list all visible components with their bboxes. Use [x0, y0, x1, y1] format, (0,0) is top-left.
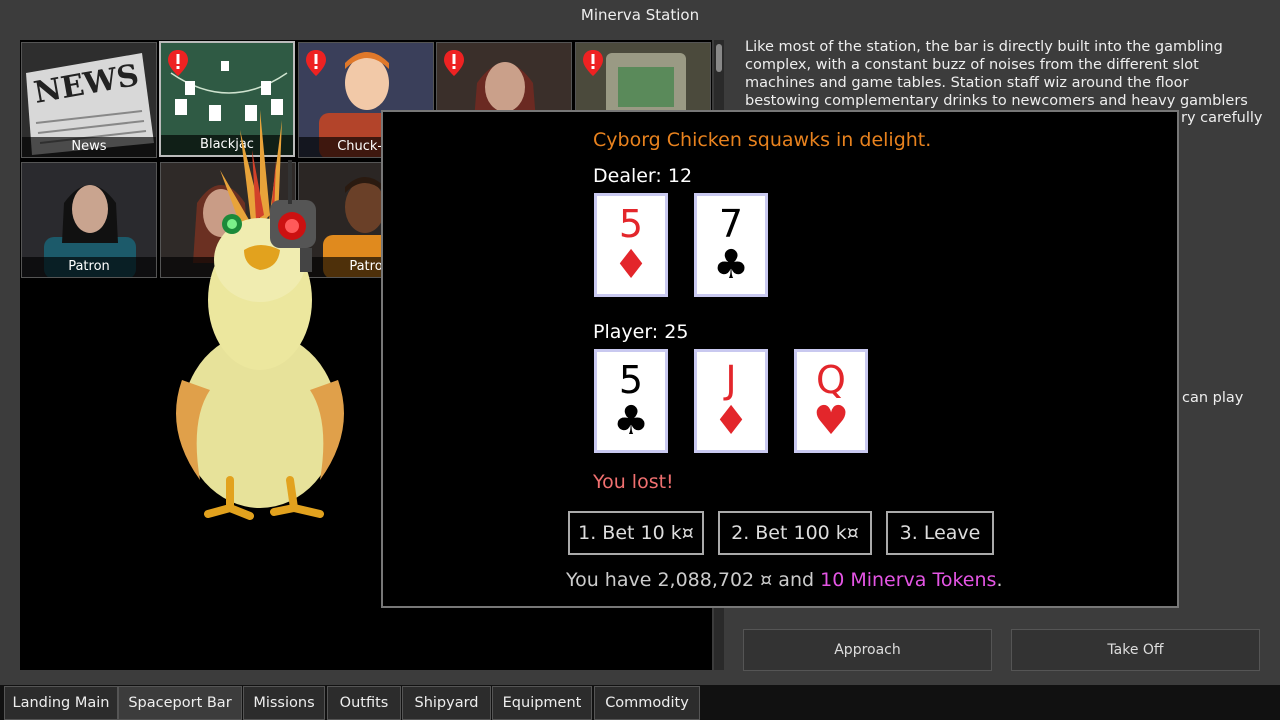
card-rank: 7: [718, 202, 744, 246]
tab-shipyard[interactable]: Shipyard: [402, 686, 491, 720]
club-icon: ♣: [713, 242, 749, 288]
tab-landing-main[interactable]: Landing Main: [4, 686, 118, 720]
take-off-button[interactable]: Take Off: [1011, 629, 1260, 671]
blackjack-dialog: Cyborg Chicken squawks in delight. Deale…: [381, 110, 1179, 608]
player-score: Player: 25: [593, 321, 689, 343]
alert-icon: [583, 50, 603, 76]
diamond-icon: ♦: [613, 242, 649, 288]
npc-tile-news[interactable]: NEWS News: [21, 42, 157, 158]
bet-10k-button[interactable]: 1. Bet 10 k¤: [568, 511, 704, 555]
description-fragment: ry carefully: [1181, 110, 1263, 126]
alert-icon: [168, 50, 188, 76]
leave-button[interactable]: 3. Leave: [886, 511, 994, 555]
dialog-message: Cyborg Chicken squawks in delight.: [593, 129, 932, 151]
player-card: J ♦: [694, 349, 768, 453]
tab-missions[interactable]: Missions: [243, 686, 325, 720]
grid-scrollbar-thumb[interactable]: [716, 44, 722, 72]
tab-commodity[interactable]: Commodity: [594, 686, 700, 720]
card-rank: Q: [816, 358, 846, 402]
dealer-card: 7 ♣: [694, 193, 768, 297]
player-card: 5 ♣: [594, 349, 668, 453]
tab-outfits[interactable]: Outfits: [327, 686, 401, 720]
cyborg-chicken-portrait: [176, 110, 344, 520]
description-fragment: can play: [1182, 390, 1244, 406]
balance-credits: You have 2,088,702 ¤ and: [566, 569, 821, 591]
alert-icon: [306, 50, 326, 76]
diamond-icon: ♦: [713, 398, 749, 444]
card-rank: 5: [618, 202, 644, 246]
npc-tile-label: Patron: [22, 257, 156, 277]
card-rank: J: [725, 358, 737, 402]
dealer-score: Dealer: 12: [593, 165, 693, 187]
heart-icon: ♥: [813, 398, 849, 444]
balance-line: You have 2,088,702 ¤ and 10 Minerva Toke…: [566, 569, 1002, 591]
player-card: Q ♥: [794, 349, 868, 453]
result-text: You lost!: [593, 471, 674, 493]
tab-bar: Landing Main Spaceport Bar Missions Outf…: [0, 685, 1280, 720]
tab-spaceport-bar[interactable]: Spaceport Bar: [118, 686, 242, 720]
npc-tile-label: News: [22, 137, 156, 157]
bet-100k-button[interactable]: 2. Bet 100 k¤: [718, 511, 872, 555]
club-icon: ♣: [613, 398, 649, 444]
npc-tile-patron-1[interactable]: Patron: [21, 162, 157, 278]
tab-equipment[interactable]: Equipment: [492, 686, 592, 720]
window-title: Minerva Station: [0, 0, 1280, 30]
balance-suffix: .: [996, 569, 1003, 591]
minerva-tokens: 10 Minerva Tokens: [820, 569, 997, 591]
dealer-card: 5 ♦: [594, 193, 668, 297]
card-rank: 5: [618, 358, 644, 402]
alert-icon: [444, 50, 464, 76]
approach-button[interactable]: Approach: [743, 629, 992, 671]
